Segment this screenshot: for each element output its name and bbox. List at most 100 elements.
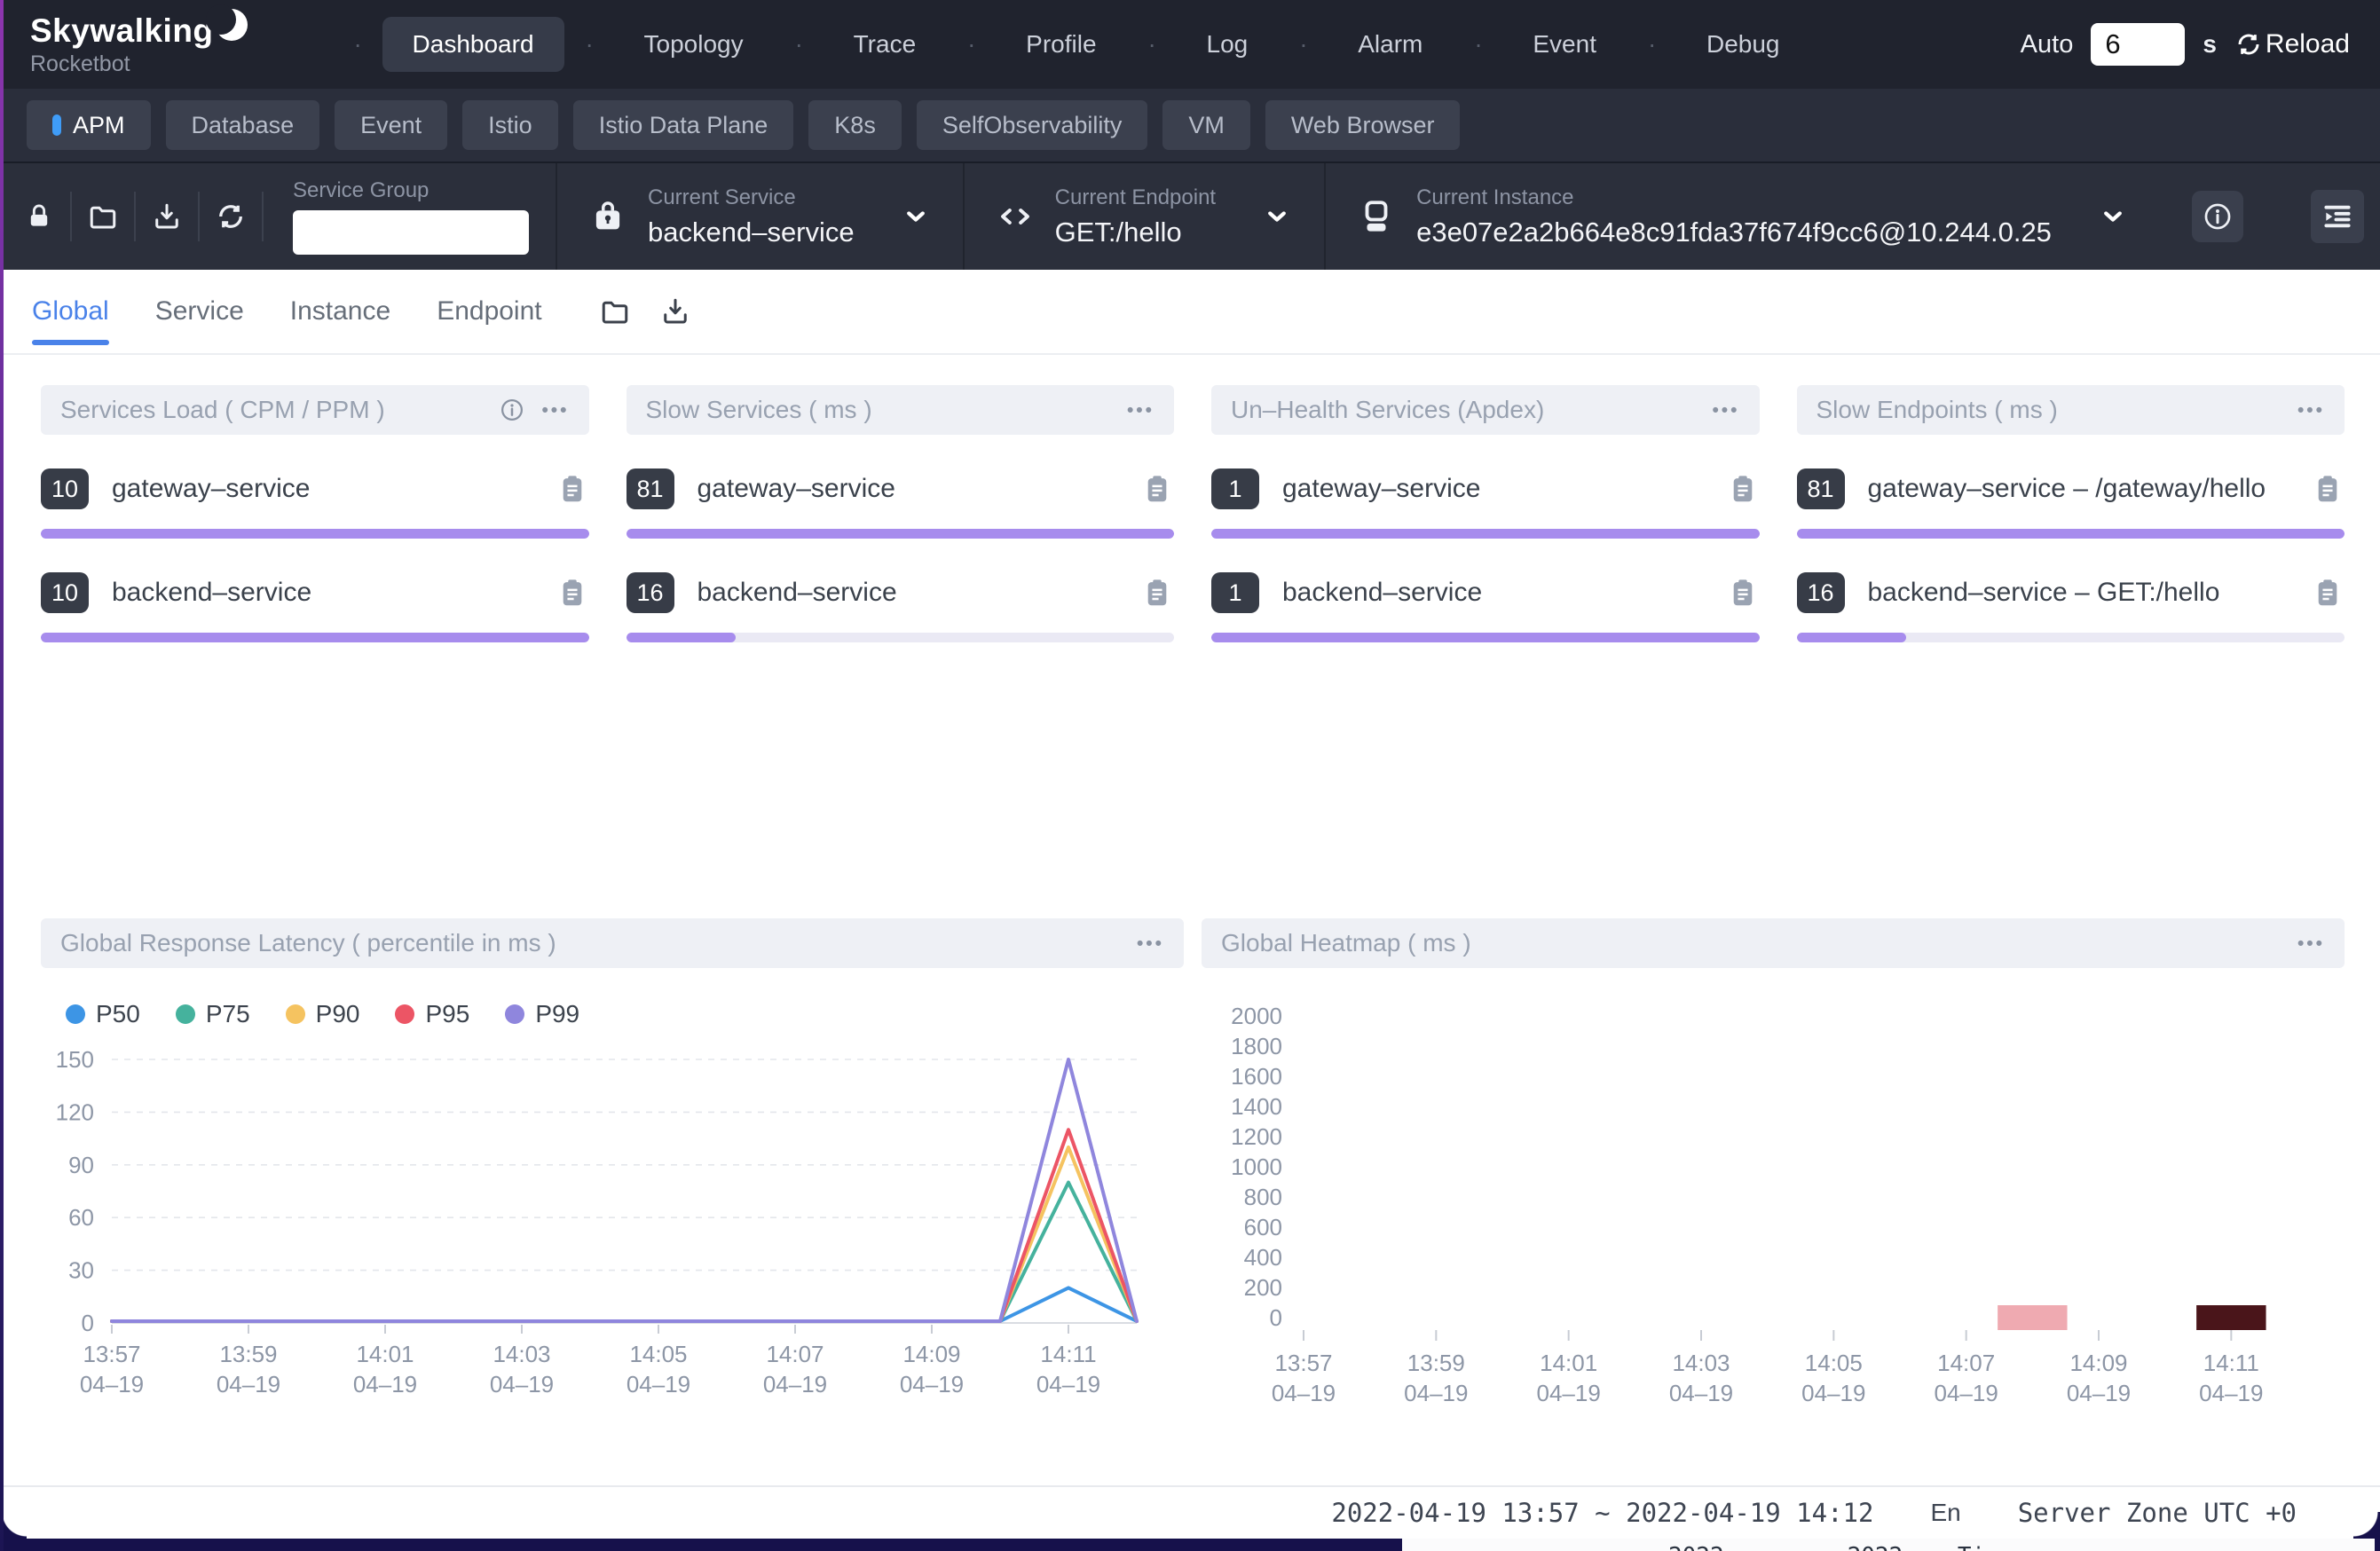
card-header: Slow Services ( ms ) •••	[627, 385, 1175, 435]
card-menu-button[interactable]: •••	[1137, 934, 1164, 953]
card-menu-button[interactable]: •••	[2297, 934, 2325, 953]
tab-global[interactable]: Global	[32, 270, 109, 353]
current-instance-label: Current Instance	[1416, 185, 2052, 210]
export-template-button[interactable]	[144, 193, 190, 240]
card-menu-button[interactable]: •••	[1712, 401, 1739, 420]
endpoint-name: backend–service – GET:/hello	[1868, 578, 2289, 608]
chevron-down-icon[interactable]	[1262, 201, 1292, 232]
nav-item-dashboard[interactable]: Dashboard	[382, 17, 564, 72]
svg-text:14:05: 14:05	[1805, 1350, 1863, 1376]
list-item[interactable]: 10 backend–service	[41, 572, 589, 642]
legend-label: P75	[206, 1000, 250, 1028]
category-tab-web-browser[interactable]: Web Browser	[1265, 100, 1461, 150]
legend-item-p90[interactable]: P90	[286, 1000, 360, 1028]
svg-text:04–19: 04–19	[2067, 1380, 2131, 1406]
category-tab-selfobservability[interactable]: SelfObservability	[917, 100, 1148, 150]
chevron-down-icon[interactable]	[2098, 201, 2128, 232]
copy-button[interactable]	[1726, 576, 1760, 610]
nav-item-alarm[interactable]: Alarm	[1328, 17, 1453, 72]
list-item[interactable]: 10 gateway–service	[41, 468, 589, 539]
server-zone-selector[interactable]: Server Zone UTC +0	[2018, 1498, 2297, 1528]
category-tab-k8s[interactable]: K8s	[808, 100, 902, 150]
legend-item-p99[interactable]: P99	[505, 1000, 579, 1028]
moon-logo-icon	[216, 9, 248, 41]
copy-button[interactable]	[1140, 472, 1174, 506]
code-brackets-icon	[997, 198, 1034, 235]
category-tab-apm[interactable]: APM	[27, 100, 151, 150]
dashboard-content: Services Load ( CPM / PPM ) ••• 10 gatew…	[0, 355, 2380, 1441]
tab-service[interactable]: Service	[155, 270, 244, 353]
svg-text:04–19: 04–19	[1801, 1380, 1865, 1406]
progress-bar	[41, 633, 589, 642]
current-endpoint-selector[interactable]: Current Endpoint GET:/hello	[973, 185, 1315, 248]
card-menu-button[interactable]: •••	[1127, 401, 1155, 420]
svg-text:2000: 2000	[1231, 1003, 1282, 1029]
value-badge: 16	[1797, 572, 1845, 613]
service-group-input[interactable]	[293, 210, 529, 255]
lock-button[interactable]	[16, 193, 62, 240]
list-item[interactable]: 1 gateway–service	[1211, 468, 1760, 539]
copy-button[interactable]	[1726, 472, 1760, 506]
copy-button[interactable]	[1140, 576, 1174, 610]
category-tab-istio-data-plane[interactable]: Istio Data Plane	[573, 100, 794, 150]
svg-text:14:11: 14:11	[1040, 1341, 1096, 1367]
value-badge: 1	[1211, 572, 1259, 613]
clipboard-icon	[2311, 472, 2345, 506]
copy-button[interactable]	[2311, 576, 2345, 610]
language-selector[interactable]: En	[1930, 1499, 1960, 1527]
svg-text:04–19: 04–19	[1036, 1371, 1100, 1397]
current-service-selector[interactable]: Current Service backend–service	[566, 185, 954, 248]
collapse-panel-button[interactable]	[2311, 190, 2364, 243]
category-tab-event[interactable]: Event	[335, 100, 447, 150]
refresh-button[interactable]	[208, 193, 254, 240]
category-tab-database[interactable]: Database	[166, 100, 320, 150]
nav-item-log[interactable]: Log	[1177, 17, 1279, 72]
card-menu-button[interactable]: •••	[2297, 401, 2325, 420]
sheet-corner	[2353, 1512, 2380, 1539]
info-button[interactable]	[2192, 191, 2243, 242]
endpoint-name: gateway–service – /gateway/hello	[1868, 474, 2289, 504]
svg-text:400: 400	[1244, 1244, 1282, 1271]
nav-item-profile[interactable]: Profile	[996, 17, 1126, 72]
chevron-down-icon[interactable]	[901, 201, 931, 232]
copy-button[interactable]	[556, 472, 589, 506]
legend-item-p50[interactable]: P50	[66, 1000, 140, 1028]
fragment-text: 2022 ~ 2022 Ti	[1402, 1543, 2375, 1551]
footer-bar: 2022-04-19 13:57 ~ 2022-04-19 14:12 En S…	[0, 1485, 2380, 1539]
list-item[interactable]: 16 backend–service – GET:/hello	[1797, 572, 2345, 642]
svg-text:60: 60	[68, 1204, 94, 1231]
auto-interval-input[interactable]	[2091, 23, 2185, 66]
card-title: Services Load ( CPM / PPM )	[60, 396, 499, 424]
info-icon[interactable]	[499, 397, 525, 423]
legend-item-p95[interactable]: P95	[395, 1000, 469, 1028]
card-menu-button[interactable]: •••	[541, 401, 569, 420]
current-instance-selector[interactable]: Current Instance e3e07e2a2b664e8c91fda37…	[1335, 185, 2151, 248]
legend-item-p75[interactable]: P75	[176, 1000, 250, 1028]
reload-button[interactable]: Reload	[2234, 29, 2350, 59]
category-tab-vm[interactable]: VM	[1162, 100, 1250, 150]
list-item[interactable]: 16 backend–service	[627, 572, 1175, 642]
progress-bar	[41, 529, 589, 539]
copy-button[interactable]	[2311, 472, 2345, 506]
nav-item-topology[interactable]: Topology	[614, 17, 774, 72]
nav-item-event[interactable]: Event	[1502, 17, 1627, 72]
svg-text:13:57: 13:57	[1274, 1350, 1332, 1376]
current-service-label: Current Service	[648, 185, 855, 210]
tab-endpoint[interactable]: Endpoint	[437, 270, 541, 353]
export-dashboard-button[interactable]	[659, 295, 691, 327]
category-tab-istio[interactable]: Istio	[462, 100, 558, 150]
current-endpoint-label: Current Endpoint	[1055, 185, 1216, 210]
import-template-button[interactable]	[80, 193, 126, 240]
refresh-icon	[215, 201, 247, 232]
tab-instance[interactable]: Instance	[290, 270, 390, 353]
copy-button[interactable]	[556, 576, 589, 610]
nav-item-trace[interactable]: Trace	[824, 17, 947, 72]
import-dashboard-button[interactable]	[599, 295, 631, 327]
section-divider	[963, 163, 965, 270]
list-item[interactable]: 1 backend–service	[1211, 572, 1760, 642]
list-item[interactable]: 81 gateway–service	[627, 468, 1175, 539]
time-range-picker[interactable]: 2022-04-19 13:57 ~ 2022-04-19 14:12	[1331, 1498, 1873, 1528]
auto-unit-label: s	[2203, 30, 2217, 59]
list-item[interactable]: 81 gateway–service – /gateway/hello	[1797, 468, 2345, 539]
nav-item-debug[interactable]: Debug	[1676, 17, 1810, 72]
